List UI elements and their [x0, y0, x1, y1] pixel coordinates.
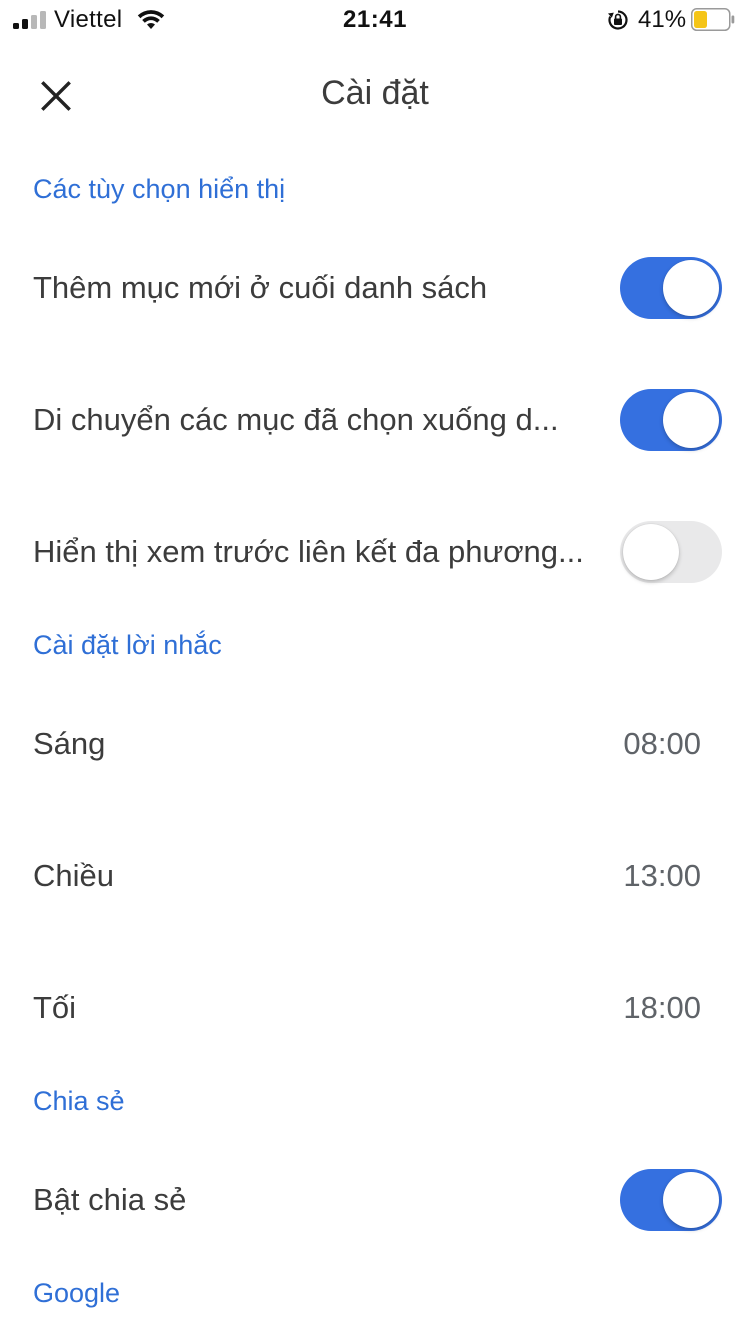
setting-label: Bật chia sẻ	[33, 1182, 187, 1217]
setting-row-enable-sharing[interactable]: Bật chia sẻ	[0, 1150, 750, 1250]
reminder-time: 08:00	[623, 726, 701, 761]
orientation-lock-icon	[608, 10, 628, 30]
reminder-time: 13:00	[623, 858, 701, 893]
toggle-enable-sharing[interactable]	[620, 1169, 722, 1231]
section-header-reminder-settings: Cài đặt lời nhắc	[33, 630, 222, 660]
battery-percent: 41%	[638, 6, 687, 33]
setting-label: Thêm mục mới ở cuối danh sách	[33, 270, 488, 305]
setting-label: Di chuyển các mục đã chọn xuống d...	[33, 402, 559, 437]
toggle-knob	[663, 260, 719, 316]
reminder-row-evening[interactable]: Tối 18:00	[0, 958, 750, 1058]
section-header-google: Google	[33, 1278, 121, 1308]
reminder-label: Chiều	[33, 858, 114, 893]
setting-row-move-checked-to-bottom[interactable]: Di chuyển các mục đã chọn xuống d...	[0, 370, 750, 470]
toggle-knob	[663, 392, 719, 448]
setting-row-rich-link-previews[interactable]: Hiển thị xem trước liên kết đa phương...	[0, 502, 750, 602]
section-header-sharing: Chia sẻ	[33, 1086, 125, 1116]
reminder-time: 18:00	[623, 990, 701, 1025]
toggle-add-to-bottom[interactable]	[620, 257, 722, 319]
reminder-row-morning[interactable]: Sáng 08:00	[0, 694, 750, 794]
toggle-knob	[623, 524, 679, 580]
page-title: Cài đặt	[321, 74, 429, 112]
toggle-knob	[663, 1172, 719, 1228]
setting-row-add-to-bottom[interactable]: Thêm mục mới ở cuối danh sách	[0, 238, 750, 338]
status-bar: Viettel 21:41 41%	[0, 0, 750, 40]
reminder-label: Sáng	[33, 726, 106, 761]
section-header-display-options: Các tùy chọn hiển thị	[33, 174, 286, 204]
reminder-label: Tối	[33, 990, 77, 1025]
battery-icon	[691, 8, 735, 31]
toggle-rich-link-previews[interactable]	[620, 521, 722, 583]
reminder-row-afternoon[interactable]: Chiều 13:00	[0, 826, 750, 926]
setting-label: Hiển thị xem trước liên kết đa phương...	[33, 534, 584, 569]
toggle-move-checked-to-bottom[interactable]	[620, 389, 722, 451]
